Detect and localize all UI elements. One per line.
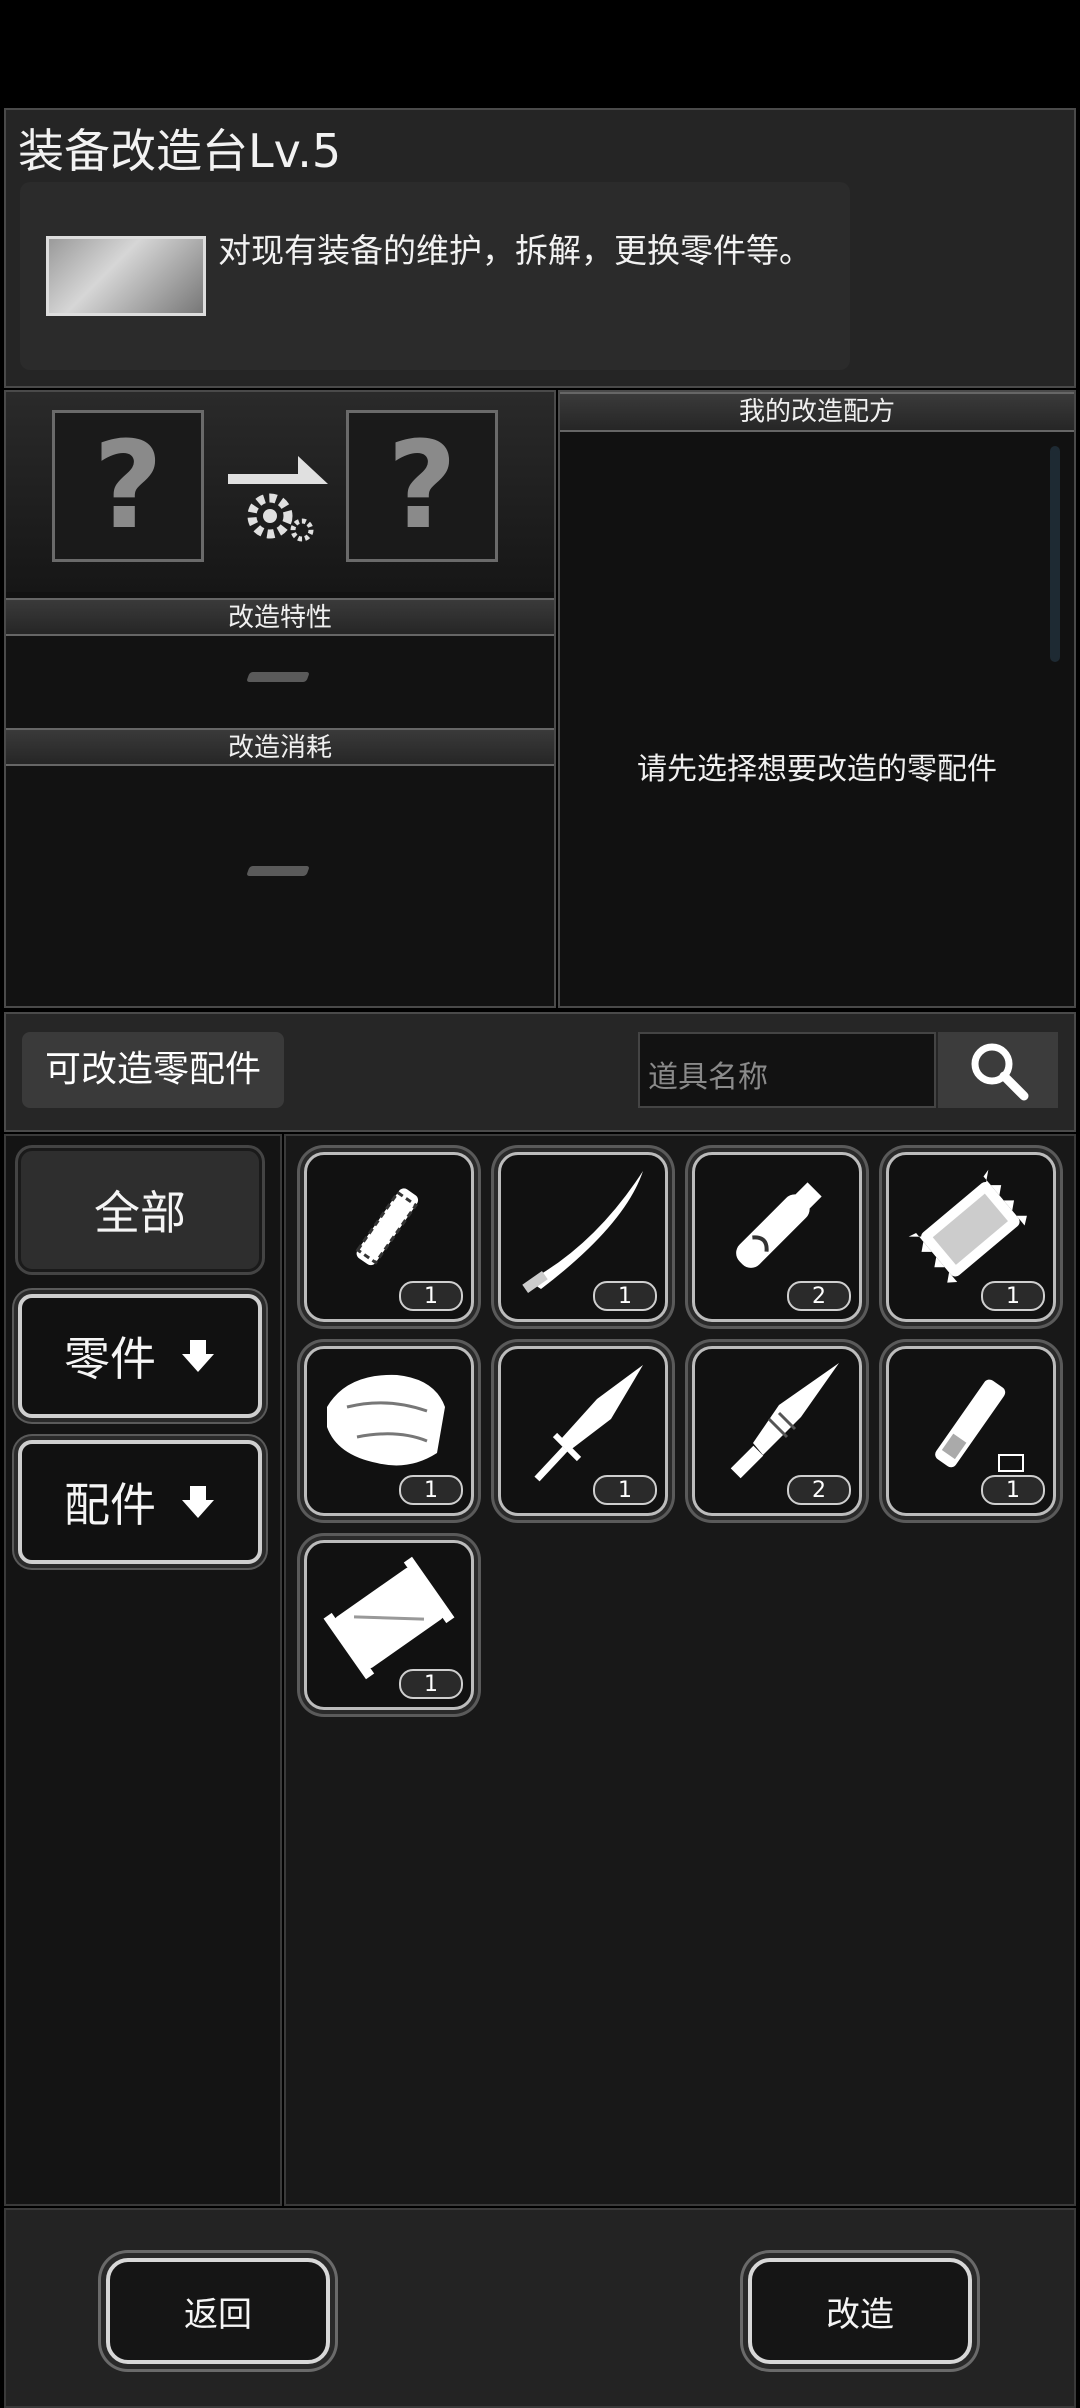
modify-button[interactable]: 改造 <box>748 2258 972 2364</box>
item-slot[interactable]: 1 <box>886 1346 1056 1516</box>
item-slot[interactable]: 2 <box>692 1346 862 1516</box>
filter-attachments-label: 配件 <box>64 1478 156 1532</box>
grip-icon <box>355 1188 419 1266</box>
cost-header: 改造消耗 <box>6 728 554 766</box>
recipes-scrollbar[interactable] <box>1050 446 1060 662</box>
item-slot[interactable]: 1 <box>304 1540 474 1710</box>
recipes-empty-hint: 请先选择想要改造的零配件 <box>637 752 997 787</box>
item-count: 2 <box>787 1475 851 1505</box>
page-title: 装备改造台Lv.5 <box>18 124 342 178</box>
energy-cell-icon <box>935 1379 1024 1472</box>
item-count: 1 <box>399 1281 463 1311</box>
recipes-header: 我的改造配方 <box>560 392 1074 432</box>
convert-gear-icon <box>228 454 330 544</box>
item-count: 1 <box>399 1475 463 1505</box>
filter-parts-button[interactable]: 零件 <box>18 1294 262 1418</box>
item-count: 2 <box>787 1281 851 1311</box>
item-slot[interactable]: 1 <box>886 1152 1056 1322</box>
output-part-slot[interactable]: ? <box>346 410 498 562</box>
filter-attachments-button[interactable]: 配件 <box>18 1440 262 1564</box>
search-input[interactable]: 道具名称 <box>638 1032 936 1108</box>
filter-all-button[interactable]: 全部 <box>18 1148 262 1272</box>
cost-empty-dash <box>246 866 310 876</box>
input-part-slot[interactable]: ? <box>52 410 204 562</box>
handle-icon <box>736 1182 822 1268</box>
item-count: 1 <box>593 1475 657 1505</box>
armor-plate-icon <box>327 1374 445 1466</box>
workbench-tools-icon <box>46 236 206 316</box>
item-count: 1 <box>399 1669 463 1699</box>
search-button[interactable] <box>938 1032 1058 1108</box>
item-count: 1 <box>981 1475 1045 1505</box>
modify-label: 改造 <box>826 2294 894 2335</box>
item-slot[interactable]: 1 <box>304 1152 474 1322</box>
filter-all-label: 全部 <box>94 1186 186 1240</box>
spear-head-icon <box>730 1363 839 1479</box>
arrow-down-icon <box>182 1486 214 1518</box>
back-button[interactable]: 返回 <box>106 2258 330 2364</box>
list-title: 可改造零配件 <box>22 1032 284 1108</box>
filter-parts-label: 零件 <box>64 1332 156 1386</box>
item-slot[interactable]: 1 <box>304 1346 474 1516</box>
search-icon <box>971 1043 1029 1101</box>
recipes-panel <box>558 390 1076 1008</box>
item-slot[interactable]: 1 <box>498 1346 668 1516</box>
module-icon <box>908 1169 1027 1283</box>
item-slot[interactable]: 1 <box>498 1152 668 1322</box>
arrow-down-icon <box>182 1340 214 1372</box>
description-text: 对现有装备的维护，拆解，更换零件等。 <box>218 231 812 270</box>
item-count: 1 <box>981 1281 1045 1311</box>
search-placeholder: 道具名称 <box>648 1060 768 1095</box>
back-label: 返回 <box>184 2294 252 2335</box>
item-count: 1 <box>593 1281 657 1311</box>
traits-header: 改造特性 <box>6 598 554 636</box>
dagger-blade-icon <box>534 1365 643 1482</box>
katana-blade-icon <box>522 1171 643 1293</box>
frame-icon <box>323 1556 455 1680</box>
traits-empty-dash <box>246 672 310 682</box>
item-slot[interactable]: 2 <box>692 1152 862 1322</box>
